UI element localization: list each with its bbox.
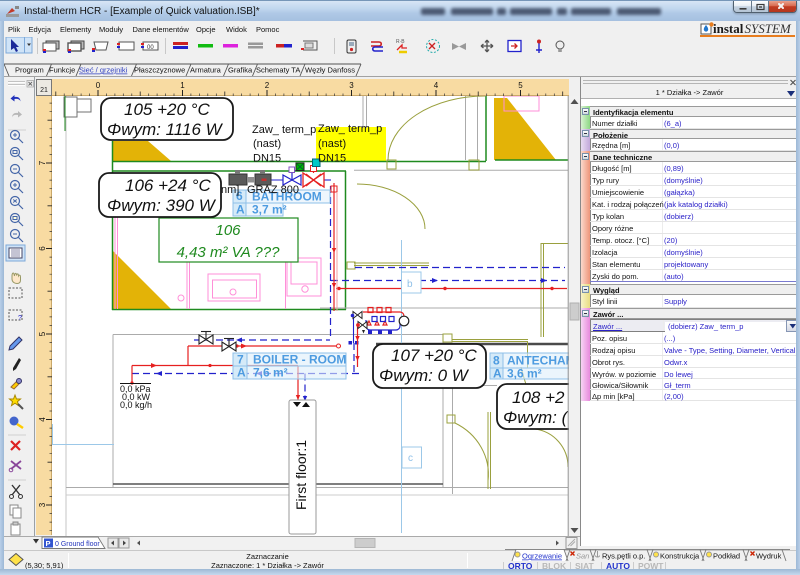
svg-text:3,7 m²: 3,7 m² [252, 203, 287, 217]
svg-text:Płaszczyznowe: Płaszczyznowe [134, 66, 185, 75]
svg-text:b: b [407, 279, 413, 290]
svg-text:Program: Program [15, 66, 44, 75]
svg-text:Węzły Danfoss: Węzły Danfoss [305, 66, 355, 75]
svg-text:A: A [493, 367, 502, 381]
svg-text:Ogrzewanie: Ogrzewanie [522, 552, 562, 561]
svg-text:A: A [237, 366, 246, 380]
svg-text:108 +2: 108 +2 [512, 388, 565, 407]
svg-text:Φwym: 0 W: Φwym: 0 W [379, 366, 470, 385]
svg-text:nm]: nm] [221, 184, 239, 196]
svg-text:DN15: DN15 [318, 153, 346, 165]
svg-text:2: 2 [265, 81, 270, 90]
svg-text:107 +20 °C: 107 +20 °C [391, 346, 477, 365]
svg-text:Φwym: 1116 W: Φwym: 1116 W [107, 120, 224, 139]
svg-text:DN15: DN15 [253, 153, 281, 165]
svg-text:San: San [576, 552, 589, 561]
svg-text:instal: instal [713, 22, 744, 36]
svg-text:Zaw_ term_p: Zaw_ term_p [252, 124, 316, 136]
svg-text:6: 6 [38, 246, 47, 251]
svg-text:0 Ground floor: 0 Ground floor [55, 541, 100, 548]
svg-text:Wydruk: Wydruk [756, 552, 782, 561]
svg-text:5: 5 [38, 331, 47, 336]
svg-text:Grafika: Grafika [228, 66, 253, 75]
svg-text:Podkład: Podkład [713, 552, 740, 561]
svg-text:5: 5 [518, 81, 523, 90]
svg-text:Zaw_ term_p: Zaw_ term_p [318, 123, 382, 135]
svg-text:0: 0 [96, 81, 101, 90]
svg-text:7: 7 [237, 353, 244, 367]
svg-text:4: 4 [38, 417, 47, 422]
svg-text:3,6 m²: 3,6 m² [507, 367, 542, 381]
svg-text:GRAZ 800: GRAZ 800 [247, 184, 299, 196]
svg-text:c: c [408, 453, 413, 464]
svg-text:Schematy TA: Schematy TA [256, 66, 300, 75]
svg-text:ANTECHAMB: ANTECHAMB [507, 354, 569, 368]
svg-text:(nast): (nast) [253, 138, 281, 150]
svg-text:Rys.pętli o.p.: Rys.pętli o.p. [602, 552, 645, 561]
svg-text:7,6 m²: 7,6 m² [253, 366, 288, 380]
svg-text:Sieć / grzejniki: Sieć / grzejniki [79, 66, 128, 75]
svg-text:SYSTEM: SYSTEM [745, 22, 792, 36]
svg-text:Konstrukcja: Konstrukcja [660, 552, 700, 561]
svg-text:105 +20 °C: 105 +20 °C [124, 100, 210, 119]
svg-text:Φwym: 390 W: Φwym: 390 W [107, 196, 217, 215]
svg-text:3: 3 [38, 502, 47, 507]
svg-text:R·B: R·B [396, 39, 405, 45]
svg-text:Armatura: Armatura [190, 66, 222, 75]
svg-text:A: A [236, 203, 245, 217]
svg-text:?: ? [18, 315, 22, 322]
svg-text:7: 7 [38, 160, 47, 165]
svg-text:106 +24 °C: 106 +24 °C [125, 176, 211, 195]
svg-text:00: 00 [147, 45, 154, 51]
svg-text:P: P [46, 539, 51, 548]
svg-text:4,43 m² VA ???: 4,43 m² VA ??? [177, 244, 280, 261]
svg-text:First floor:1: First floor:1 [293, 440, 309, 510]
svg-text:3: 3 [349, 81, 354, 90]
svg-text:BOILER - ROOM: BOILER - ROOM [253, 353, 346, 367]
svg-text:Funkcje: Funkcje [49, 66, 75, 75]
svg-text:0,0 kg/h: 0,0 kg/h [120, 400, 152, 410]
svg-text:(nast): (nast) [318, 138, 346, 150]
svg-text:8: 8 [493, 354, 500, 368]
svg-text:Φwym: (: Φwym: ( [503, 408, 569, 427]
svg-text:106: 106 [215, 222, 241, 239]
svg-text:4: 4 [434, 81, 439, 90]
svg-text:1: 1 [180, 81, 185, 90]
